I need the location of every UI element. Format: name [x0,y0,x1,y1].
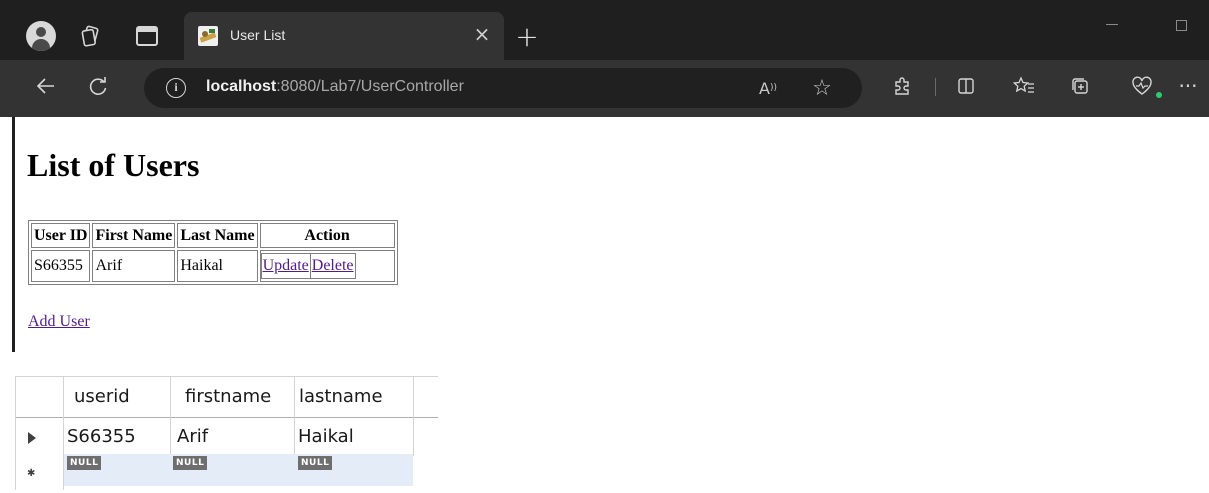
col-header-first-name: First Name [92,223,176,248]
new-tab-plus-icon[interactable]: + [515,20,539,53]
cell-first-name: Arif [92,250,176,282]
grid-col-header-lastname[interactable]: lastname [299,376,383,418]
collections-icon[interactable] [1066,72,1094,100]
tab-bar: User List × + [0,0,1209,60]
minimize-icon[interactable] [1106,16,1120,30]
grid-line [15,376,16,490]
tab-user-list[interactable]: User List × [184,12,504,60]
status-dot [1156,92,1162,98]
add-favorite-star-icon[interactable]: ☆ [810,76,834,101]
grid-col-header-userid[interactable]: userid [74,376,130,418]
split-screen-icon[interactable] [952,72,980,100]
browser-essentials-icon[interactable] [1128,72,1156,100]
tab-title: User List [230,27,286,43]
tomcat-favicon-icon [198,26,218,46]
grid-cell-lastname[interactable]: Haikal [298,426,354,447]
null-tag-firstname[interactable]: NULL [173,456,208,470]
extensions-icon[interactable] [888,72,916,100]
null-tag-lastname[interactable]: NULL [298,456,333,470]
more-icon[interactable]: ··· [1174,72,1202,100]
browser-chrome: User List × + i localhost:8080/Lab7/User… [0,0,1209,117]
profile-avatar-icon[interactable] [26,21,56,51]
page-title: List of Users [27,147,200,183]
col-header-user-id: User ID [31,223,91,248]
col-header-action: Action [259,223,395,248]
grid-cell-firstname[interactable]: Arif [177,426,208,447]
reload-icon[interactable] [86,74,110,98]
web-page: List of Users User ID First Name Last Na… [12,117,1209,352]
new-row-asterisk-icon: ✱ [27,468,36,479]
workspaces-icon[interactable] [78,24,102,48]
user-table: User ID First Name Last Name Action S663… [28,220,398,285]
favorites-icon[interactable] [1010,72,1038,100]
delete-link[interactable]: Delete [312,257,354,274]
site-info-icon[interactable]: i [166,78,186,98]
tab-close-icon[interactable]: × [472,24,492,44]
toolbar-divider [935,78,936,96]
null-tag-userid[interactable]: NULL [67,456,102,470]
cell-last-name: Haikal [177,250,258,282]
new-row-highlight [64,454,413,486]
address-bar[interactable]: i localhost:8080/Lab7/UserController A))… [144,68,862,108]
col-header-last-name: Last Name [177,223,258,248]
grid-col-header-firstname[interactable]: firstname [185,376,271,418]
cell-actions: Update Delete [259,250,395,282]
maximize-icon[interactable] [1176,20,1187,31]
url-text[interactable]: localhost:8080/Lab7/UserController [206,78,464,96]
table-header-row: User ID First Name Last Name Action [31,223,395,248]
db-result-grid: userid firstname lastname S66355 Arif Ha… [15,376,438,490]
add-user-link[interactable]: Add User [28,313,90,331]
grid-cell-userid[interactable]: S66355 [67,426,136,447]
update-link[interactable]: Update [263,257,309,274]
grid-line [413,376,414,456]
vertical-tabs-icon[interactable] [136,26,158,46]
current-row-arrow-icon [28,432,36,444]
read-aloud-icon[interactable]: A)) [756,76,780,100]
grid-line [170,376,171,456]
grid-line [294,376,295,456]
table-row: S66355 Arif Haikal Update Delete [31,250,395,282]
cell-user-id: S66355 [31,250,91,282]
back-arrow-icon[interactable] [34,74,58,98]
